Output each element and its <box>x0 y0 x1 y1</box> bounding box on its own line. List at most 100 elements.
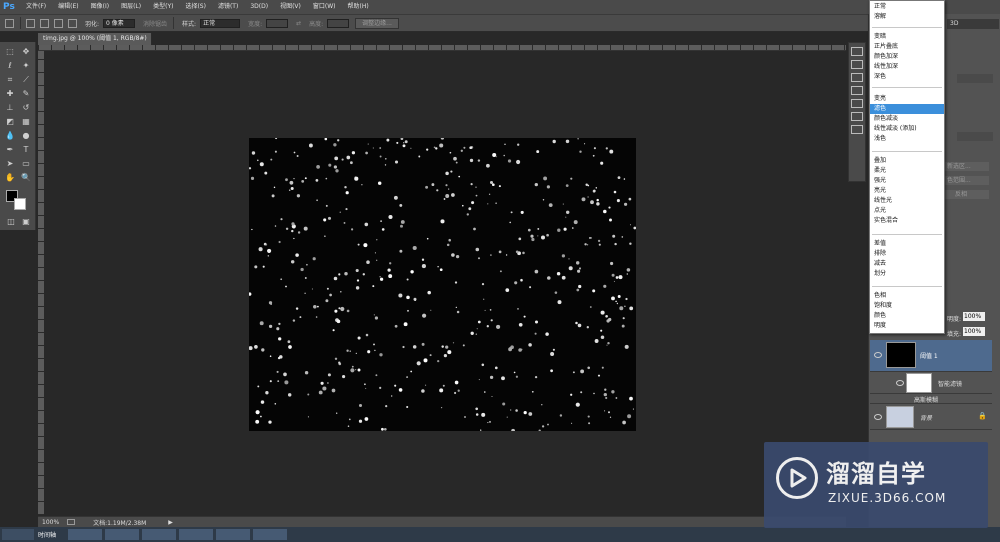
layer-name[interactable]: 阈值 1 <box>920 351 938 360</box>
menu-file[interactable]: 文件(F) <box>20 0 52 14</box>
layer-row-smart-filter[interactable]: 智能滤镜 <box>870 372 992 394</box>
panel-field[interactable] <box>957 132 993 141</box>
actions-panel-icon[interactable] <box>851 60 863 69</box>
refine-edge-button[interactable]: 调整边缘... <box>355 17 399 29</box>
menu-edit[interactable]: 编辑(E) <box>52 0 84 14</box>
taskbar-app-icon[interactable] <box>68 529 103 540</box>
visibility-eye-icon[interactable] <box>896 380 904 386</box>
blend-mode-item[interactable]: 实色混合 <box>870 216 944 226</box>
menu-type[interactable]: 类型(Y) <box>147 0 179 14</box>
marquee-preset-icon[interactable] <box>5 18 14 28</box>
marquee-tool-icon[interactable]: ⬚ <box>3 46 17 58</box>
properties-panel-icon[interactable] <box>851 86 863 95</box>
blend-mode-item[interactable]: 划分 <box>870 269 944 279</box>
menu-select[interactable]: 选择(S) <box>179 0 212 14</box>
layer-name[interactable]: 背景 <box>920 413 932 422</box>
clone-stamp-icon[interactable]: ⊥ <box>3 102 17 114</box>
lasso-tool-icon[interactable]: ℓ <box>3 60 17 72</box>
taskbar-app-icon[interactable] <box>105 529 140 540</box>
start-button-icon[interactable] <box>2 529 34 540</box>
image-canvas[interactable] <box>249 138 636 431</box>
background-color-swatch[interactable] <box>14 198 26 210</box>
blend-mode-item[interactable]: 颜色 <box>870 311 944 321</box>
visibility-eye-icon[interactable] <box>874 352 882 358</box>
screen-mode-icon[interactable]: ▣ <box>19 216 33 228</box>
blend-mode-item[interactable]: 点光 <box>870 206 944 216</box>
width-input[interactable] <box>266 18 289 28</box>
blend-mode-item[interactable]: 颜色加深 <box>870 52 944 62</box>
feather-input[interactable]: 0 像素 <box>103 18 136 28</box>
blend-mode-item[interactable]: 柔光 <box>870 166 944 176</box>
menu-3d[interactable]: 3D(D) <box>244 0 274 14</box>
adjustments-panel-icon[interactable] <box>851 73 863 82</box>
blend-mode-item[interactable]: 浅色 <box>870 134 944 144</box>
invert-button[interactable]: 反相 <box>945 190 989 199</box>
blend-mode-item[interactable]: 叠加 <box>870 156 944 166</box>
blend-mode-item[interactable]: 线性加深 <box>870 62 944 72</box>
gradient-tool-icon[interactable]: ▦ <box>19 116 33 128</box>
subtract-selection-icon[interactable] <box>54 18 63 28</box>
blend-mode-item[interactable]: 线性光 <box>870 196 944 206</box>
fill-input[interactable]: 100% <box>963 327 985 336</box>
smart-filter-label[interactable]: 智能滤镜 <box>938 379 962 388</box>
blend-mode-item[interactable]: 正常 <box>870 2 944 12</box>
blend-mode-item[interactable]: 强光 <box>870 176 944 186</box>
layer-row-gaussian-blur[interactable]: 高斯模糊 <box>870 394 992 404</box>
opacity-input[interactable]: 100% <box>963 312 985 321</box>
menu-help[interactable]: 帮助(H) <box>342 0 375 14</box>
taskbar-app-icon[interactable] <box>216 529 251 540</box>
blend-mode-item[interactable]: 色相 <box>870 291 944 301</box>
blend-mode-item[interactable]: 明度 <box>870 321 944 331</box>
intersect-selection-icon[interactable] <box>68 18 77 28</box>
taskbar-app-icon[interactable] <box>142 529 177 540</box>
history-panel-icon[interactable] <box>851 47 863 56</box>
smart-button[interactable]: 新选区... <box>945 162 989 171</box>
quick-mask-icon[interactable]: ◫ <box>4 216 18 228</box>
smart-button[interactable]: 色范围... <box>945 176 989 185</box>
healing-brush-icon[interactable]: ✚ <box>3 88 17 100</box>
blend-mode-item-selected[interactable]: 滤色 <box>870 104 944 114</box>
document-tab[interactable]: timg.jpg @ 100% (阈值 1, RGB/8#) * × <box>38 33 152 54</box>
blend-mode-item[interactable]: 差值 <box>870 239 944 249</box>
taskbar-app-icon[interactable] <box>253 529 288 540</box>
menu-filter[interactable]: 滤镜(T) <box>212 0 244 14</box>
type-tool-icon[interactable]: T <box>19 144 33 156</box>
menu-image[interactable]: 图像(I) <box>85 0 115 14</box>
blend-mode-item[interactable]: 颜色减淡 <box>870 114 944 124</box>
antialias-checkbox[interactable]: 消除锯齿 <box>143 19 167 28</box>
zoom-level[interactable]: 100% <box>42 519 59 526</box>
taskbar-app-icon[interactable] <box>179 529 214 540</box>
blend-mode-item[interactable]: 排除 <box>870 249 944 259</box>
new-selection-icon[interactable] <box>26 18 35 28</box>
layer-row-threshold[interactable]: 阈值 1 <box>870 340 992 372</box>
blend-mode-item[interactable]: 变暗 <box>870 32 944 42</box>
export-icon[interactable] <box>67 519 76 525</box>
path-select-icon[interactable]: ➤ <box>3 158 17 170</box>
crop-tool-icon[interactable]: ⌗ <box>3 74 17 86</box>
add-selection-icon[interactable] <box>40 18 49 28</box>
layer-row-background[interactable]: 背景 🔒 <box>870 404 992 430</box>
style-select[interactable]: 正常 <box>200 18 241 28</box>
blend-mode-item[interactable]: 正片叠底 <box>870 42 944 52</box>
menu-window[interactable]: 窗口(W) <box>307 0 342 14</box>
menu-layer[interactable]: 图层(L) <box>115 0 147 14</box>
workspace-select[interactable]: 3D <box>947 19 999 29</box>
filter-name[interactable]: 高斯模糊 <box>914 395 938 404</box>
blend-mode-item[interactable]: 线性减淡 (添加) <box>870 124 944 134</box>
move-tool-icon[interactable]: ✥ <box>19 46 33 58</box>
character-panel-icon[interactable] <box>851 99 863 108</box>
history-brush-icon[interactable]: ↺ <box>19 102 33 114</box>
blend-mode-dropdown[interactable]: 正常 溶解 变暗 正片叠底 颜色加深 线性加深 深色 变亮 滤色 颜色减淡 线性… <box>869 0 945 334</box>
blend-mode-item[interactable]: 深色 <box>870 72 944 82</box>
blend-mode-item[interactable]: 饱和度 <box>870 301 944 311</box>
panel-field[interactable] <box>957 74 993 83</box>
visibility-eye-icon[interactable] <box>874 414 882 420</box>
taskbar-timeline[interactable]: 时间轴 <box>38 530 56 539</box>
blur-tool-icon[interactable]: 💧 <box>3 130 17 142</box>
pen-tool-icon[interactable]: ✒ <box>3 144 17 156</box>
eraser-icon[interactable]: ◩ <box>3 116 17 128</box>
brush-tool-icon[interactable]: ✎ <box>19 88 33 100</box>
zoom-tool-icon[interactable]: 🔍 <box>19 172 33 184</box>
paragraph-panel-icon[interactable] <box>851 112 863 121</box>
blend-mode-item[interactable]: 溶解 <box>870 12 944 22</box>
